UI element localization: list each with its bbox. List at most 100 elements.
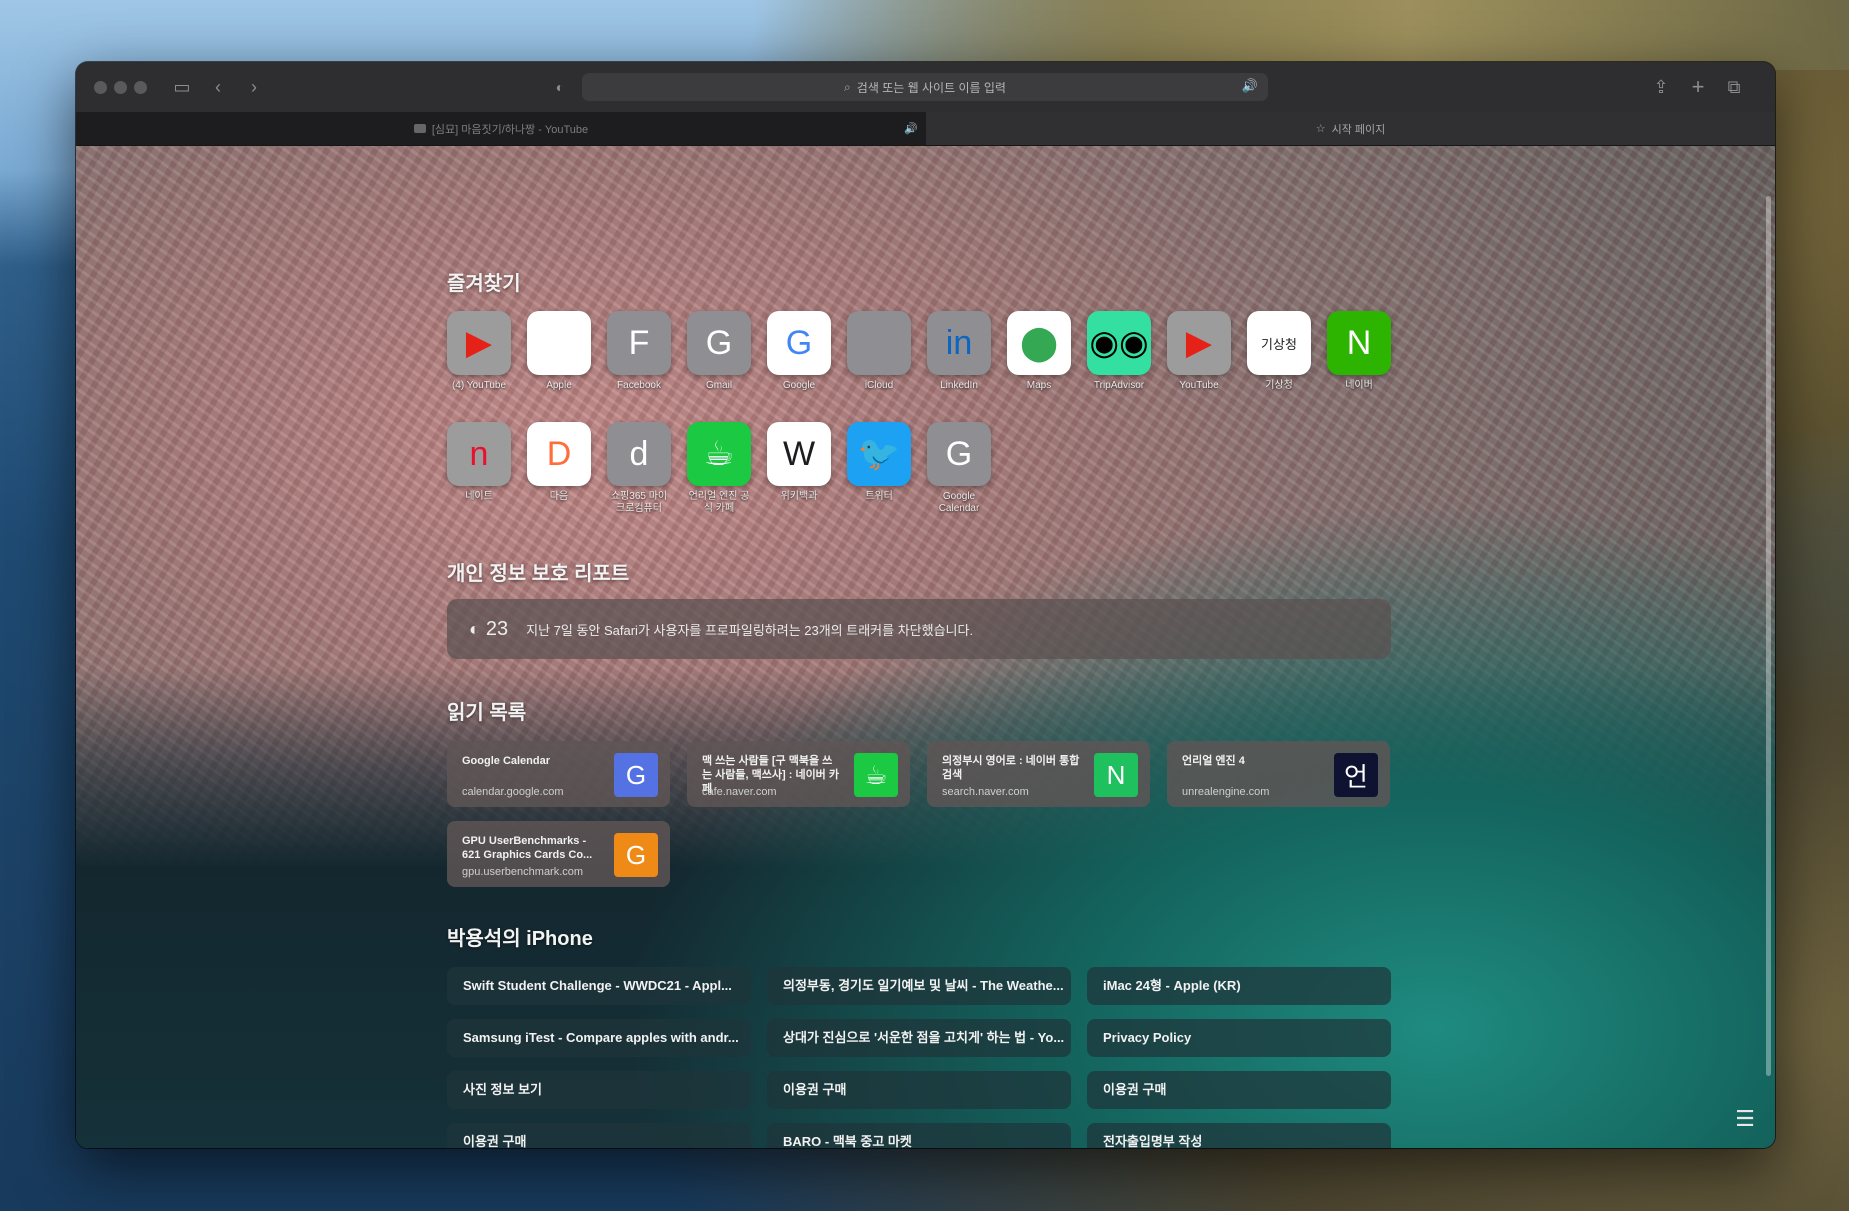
youtube-icon: ▶ [1167, 311, 1231, 375]
tab-audio-icon[interactable]: 🔊 [904, 122, 918, 135]
sidebar-toggle-icon[interactable]: ▭ [170, 75, 194, 99]
start-page: 즐겨찾기 ▶ (4) YouTube Apple F Facebook G Gmail G Go… [76, 146, 1775, 1148]
favorite-label: YouTube [1179, 380, 1219, 391]
tracker-count: 23 [485, 617, 509, 640]
favorite-label: 언리얼 엔진 공식 카페 [688, 491, 750, 514]
reading-list-item[interactable]: 언리얼 엔진 4 unrealengine.com 언 [1167, 741, 1390, 807]
icloud-apple-icon [847, 311, 911, 375]
youtube-favicon-icon [413, 124, 426, 133]
favorite-label: (4) YouTube [451, 380, 507, 391]
favorite-label: Facebook [617, 380, 661, 391]
favorite-item[interactable]: G Gmail [687, 311, 751, 392]
site-icon: ☕ [854, 753, 898, 797]
favorite-item[interactable]: iCloud [847, 311, 911, 392]
favorite-label: TripAdvisor [1093, 380, 1145, 391]
letter-g-icon: G [927, 422, 991, 486]
favorite-item[interactable]: d 쇼핑365 마이크로컴퓨터 [607, 422, 671, 515]
favorite-item[interactable]: G Google [767, 311, 831, 392]
favorite-label: iCloud [864, 380, 894, 391]
favorite-item[interactable]: in LinkedIn [927, 311, 991, 392]
new-tab-icon[interactable]: + [1686, 75, 1710, 99]
favorite-item[interactable]: W 위키백과 [767, 422, 831, 503]
icloud-tab-item[interactable]: 상대가 진심으로 '서운한 점을 고치게' 하는 법 - Yo... [767, 1019, 1071, 1057]
reading-item-url: gpu.userbenchmark.com [462, 866, 584, 878]
customize-start-page-icon[interactable]: ☰ [1731, 1106, 1759, 1134]
back-icon[interactable]: ‹ [206, 75, 230, 99]
favorite-label: 위키백과 [780, 491, 818, 502]
letter-g-icon: G [687, 311, 751, 375]
favorite-item[interactable]: Apple [527, 311, 591, 392]
zoom-window-button[interactable] [134, 81, 147, 94]
favorite-label: 다음 [549, 491, 569, 502]
favorite-label: 쇼핑365 마이크로컴퓨터 [610, 491, 668, 514]
wikipedia-icon: W [767, 422, 831, 486]
favorite-item[interactable]: ▶ YouTube [1167, 311, 1231, 392]
favorite-item[interactable]: G Google Calendar [927, 422, 991, 515]
address-bar[interactable]: ⌕ 검색 또는 웹 사이트 이름 입력 🔊 [582, 73, 1268, 101]
reading-list-item[interactable]: 의정부시 영어로 : 네이버 통합검색 search.naver.com N [927, 741, 1150, 807]
nate-icon: n [447, 422, 511, 486]
audio-playing-icon[interactable]: 🔊 [1242, 78, 1258, 94]
site-icon: G [614, 753, 658, 797]
reading-item-title: 언리얼 엔진 4 [1182, 755, 1245, 767]
reading-list-item[interactable]: 맥 쓰는 사람들 [구 맥북을 쓰는 사람들, 맥쓰사] : 네이버 카페 caf… [687, 741, 910, 807]
site-icon: N [1094, 753, 1138, 797]
favorite-item[interactable]: N 네이버 [1327, 311, 1391, 392]
tab-overview-icon[interactable]: ⧉ [1722, 75, 1746, 99]
favorite-item[interactable]: ⬤ Maps [1007, 311, 1071, 392]
favorite-label: Google [782, 380, 816, 391]
favorite-label: 트위터 [865, 491, 893, 502]
favorite-item[interactable]: n 네이트 [447, 422, 511, 503]
google-icon: G [767, 311, 831, 375]
favorites-title: 즐겨찾기 [447, 273, 521, 295]
privacy-report-card[interactable]: ◐ 23 지난 7일 동안 Safari가 사용자를 프로파일링하려는 23개의… [447, 599, 1391, 659]
apple-icon [527, 311, 591, 375]
icloud-tab-item[interactable]: Swift Student Challenge - WWDC21 - Appl.… [447, 967, 751, 1005]
privacy-shield-icon[interactable]: ◐ [548, 75, 572, 99]
icloud-tab-item[interactable]: 전자출입명부 작성 [1087, 1123, 1391, 1148]
icloud-tab-item[interactable]: iMac 24형 - Apple (KR) [1087, 967, 1391, 1005]
icloud-tabs-title: 박용석의 iPhone [447, 928, 593, 950]
favorite-item[interactable]: ☕ 언리얼 엔진 공식 카페 [687, 422, 751, 515]
favorite-item[interactable]: 기상청 기상청 [1247, 311, 1311, 392]
icloud-tab-item[interactable]: 이용권 구매 [1087, 1071, 1391, 1109]
reading-item-url: search.naver.com [942, 786, 1029, 798]
reading-item-url: calendar.google.com [462, 786, 564, 798]
favorite-label: Google Calendar [938, 491, 980, 514]
reading-item-url: cafe.naver.com [702, 786, 777, 798]
shield-icon: ◐ [469, 618, 480, 639]
reading-list-item[interactable]: Google Calendar calendar.google.com G [447, 741, 670, 807]
icloud-tab-item[interactable]: Privacy Policy [1087, 1019, 1391, 1057]
youtube-icon: ▶ [447, 311, 511, 375]
reading-item-title: Google Calendar [462, 755, 551, 767]
close-window-button[interactable] [94, 81, 107, 94]
icloud-tab-item[interactable]: BARO - 맥북 중고 마켓 [767, 1123, 1071, 1148]
tab-title: [심묘] 마음짓기/하나짱 - YouTube [431, 123, 589, 136]
cafe-icon: ☕ [687, 422, 751, 486]
tab-youtube[interactable]: [심묘] 마음짓기/하나짱 - YouTube 🔊 [76, 112, 926, 145]
favorite-item[interactable]: 🐦 트위터 [847, 422, 911, 503]
icloud-tab-item[interactable]: 이용권 구매 [447, 1123, 751, 1148]
forward-icon[interactable]: › [242, 75, 266, 99]
favorite-item[interactable]: F Facebook [607, 311, 671, 392]
icloud-tab-item[interactable]: Samsung iTest - Compare apples with andr… [447, 1019, 751, 1057]
danawa-icon: d [607, 422, 671, 486]
tab-start-page[interactable]: ☆ 시작 페이지 [926, 112, 1775, 145]
reading-list-item[interactable]: GPU UserBenchmarks - 621 Graphics Cards … [447, 821, 670, 887]
favorite-label: LinkedIn [940, 380, 978, 391]
favorite-item[interactable]: ◉◉ TripAdvisor [1087, 311, 1151, 392]
favorite-item[interactable]: D 다음 [527, 422, 591, 503]
linkedin-icon: in [927, 311, 991, 375]
icloud-tab-item[interactable]: 의정부동, 경기도 일기예보 및 날씨 - The Weathe... [767, 967, 1071, 1005]
minimize-window-button[interactable] [114, 81, 127, 94]
privacy-report-title: 개인 정보 보호 리포트 [447, 563, 630, 585]
scrollbar[interactable] [1766, 196, 1771, 1076]
daum-icon: D [527, 422, 591, 486]
share-icon[interactable]: ⇪ [1649, 75, 1673, 99]
icloud-tab-item[interactable]: 이용권 구매 [767, 1071, 1071, 1109]
twitter-icon: 🐦 [847, 422, 911, 486]
favorite-label: 네이버 [1345, 380, 1373, 391]
favorite-item[interactable]: ▶ (4) YouTube [447, 311, 511, 392]
icloud-tab-item[interactable]: 사진 정보 보기 [447, 1071, 751, 1109]
reading-item-title: 의정부시 영어로 : 네이버 통합검색 [942, 755, 1080, 781]
